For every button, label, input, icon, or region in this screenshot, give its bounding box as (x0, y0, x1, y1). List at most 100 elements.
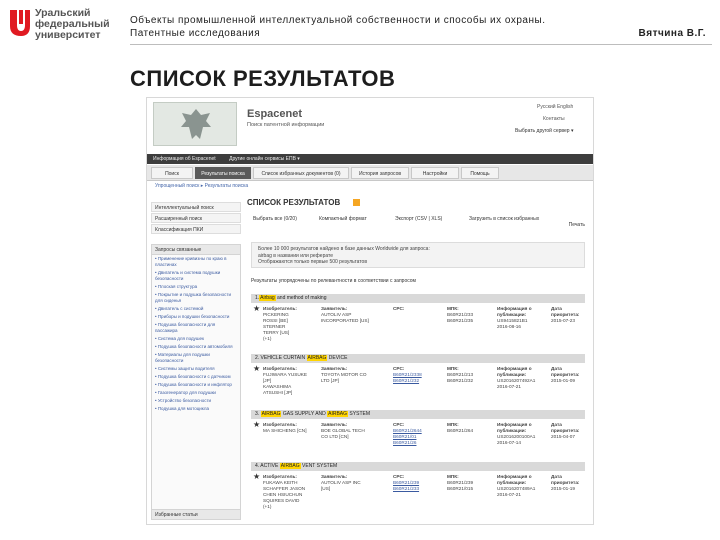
favorite-star-icon[interactable]: ★ (253, 365, 260, 373)
info-bar-item-services[interactable]: Другие онлайн сервисы ЕПВ ▾ (229, 156, 300, 162)
related-query-item[interactable]: • Двигатель и система подушки безопаснос… (152, 269, 240, 283)
inventors-column: Изобретатель: PICKERING ROSSI [BE] STERN… (263, 306, 315, 342)
priority-value: 2015-01-19 (551, 486, 575, 491)
info-bar-item-about[interactable]: Информация об Espacenet (153, 156, 216, 162)
result-title-2[interactable]: 2. VEHICLE CURTAIN AIRBAG DEVICE (251, 354, 585, 363)
priority-column: Дата приоритета: 2015-07-23 (551, 306, 585, 324)
inventors-column: Изобретатель: FUKAWA KEITH SCHAFFER JASO… (263, 474, 319, 510)
select-all-checkbox[interactable]: Выбрать все (0/20) (253, 216, 297, 222)
tab-results[interactable]: Результаты поиска (195, 167, 251, 179)
rss-icon[interactable] (353, 199, 360, 206)
breadcrumb[interactable]: Упрощенный поиск ▸ Результаты поиска (155, 183, 248, 189)
advanced-search-link[interactable]: Расширенный поиск (151, 213, 241, 223)
classification-search-link[interactable]: Классификация ПКИ (151, 224, 241, 234)
notice-line: Отображаются только первые 500 результат… (258, 259, 367, 265)
priority-value: 2015-04-07 (551, 434, 575, 439)
priority-column: Дата приоритета: 2015-04-07 (551, 422, 585, 440)
inventors-column: Изобретатель: FUJIWARA YUSUKE [JP] KAWAS… (263, 366, 315, 396)
tab-search[interactable]: Поиск (151, 167, 193, 179)
related-query-item[interactable]: • Материалы для подушки безопасности (152, 351, 240, 365)
related-query-item[interactable]: • Подушка для мотоцикла (152, 405, 240, 413)
related-query-item[interactable]: • Плоская структура (152, 283, 240, 291)
related-query-item[interactable]: • Системы защиты водителя (152, 365, 240, 373)
favorite-star-icon[interactable]: ★ (253, 421, 260, 429)
applicants-value: TOYOTA MOTOR CO LTD [JP] (321, 372, 367, 383)
column-label: МПК: (447, 306, 459, 311)
language-switch[interactable]: Русский English (537, 104, 573, 110)
applicants-value: BOE GLOBAL TECH CO LTD [CN] (321, 428, 365, 439)
related-query-item[interactable]: • Покрытие и подушка безопасности для си… (152, 291, 240, 305)
ipc-column: МПК: B60R21/213 B60R21/232 (447, 366, 491, 384)
column-label: Информация о публикации: (497, 366, 532, 377)
result-title-4[interactable]: 4. ACTIVE AIRBAG VENT SYSTEM (251, 462, 585, 471)
cpc-column: CPC: B60R21/239 B60R21/233 (393, 474, 441, 492)
tab-settings[interactable]: Настройки (411, 167, 459, 179)
column-label: Заявитель: (321, 306, 348, 311)
result-row-2: ★ Изобретатель: FUJIWARA YUSUKE [JP] KAW… (251, 364, 585, 408)
author-name: Вятчина В.Г. (638, 28, 706, 39)
related-query-item[interactable]: • Подушка безопасности для пассажира (152, 321, 240, 335)
ipc-column: МПК: B60R21/239 B60R21/015 (447, 474, 491, 492)
inventors-column: Изобретатель: MA SHICHENG [CN] (263, 422, 315, 434)
inventors-value: FUKAWA KEITH SCHAFFER JASON CHEN HSIUCHU… (263, 480, 306, 509)
espacenet-logo[interactable]: Espacenet (247, 108, 302, 120)
smart-search-link[interactable]: Интеллектуальный поиск (151, 202, 241, 212)
column-label: МПК: (447, 366, 459, 371)
export-button[interactable]: Экспорт (CSV | XLS) (395, 216, 442, 222)
tab-history[interactable]: История запросов (351, 167, 409, 179)
favorite-star-icon[interactable]: ★ (253, 305, 260, 313)
related-query-item[interactable]: • Приборы и подушки безопасности (152, 313, 240, 321)
column-label: Изобретатель: (263, 474, 297, 479)
related-query-item[interactable]: • Применение кривизны по краю в пластина… (152, 255, 240, 269)
column-label: Дата приоритета: (551, 422, 580, 433)
result-title-prefix: 4. ACTIVE (255, 463, 280, 469)
results-sort-info: Результаты упорядочены по релевантности … (251, 278, 416, 284)
related-query-item[interactable]: • Система для подушек (152, 335, 240, 343)
course-line-2: Патентные исследования (130, 28, 261, 39)
favorites-panel-title[interactable]: Избранные статьи (152, 509, 240, 519)
column-label: Дата приоритета: (551, 366, 580, 377)
result-title-1[interactable]: 1.Airbag and method of making (251, 294, 585, 303)
related-query-item[interactable]: • Подушка безопасности и инфлятор (152, 381, 240, 389)
related-query-item[interactable]: • Газогенератор для подушки (152, 389, 240, 397)
column-label: Изобретатель: (263, 422, 297, 427)
inventors-value: FUJIWARA YUSUKE [JP] KAWASHIMA ATSUSHI [… (263, 372, 308, 395)
related-query-item[interactable]: • Устройство безопасности (152, 397, 240, 405)
tab-favorites[interactable]: Список избранных документов (0) (253, 167, 349, 179)
espacenet-header: Espacenet Поиск патентной информации Рус… (147, 98, 593, 148)
contacts-link[interactable]: Контакты (543, 116, 565, 122)
university-name: Уральский федеральный университет (35, 8, 110, 41)
favorite-star-icon[interactable]: ★ (253, 473, 260, 481)
related-queries-title: Запросы связанные (152, 245, 240, 255)
compact-format-toggle[interactable]: Компактный формат (319, 216, 367, 222)
result-title-highlight: AIRBAG (327, 411, 349, 417)
related-query-item[interactable]: • Двигатель с системой (152, 305, 240, 313)
priority-value: 2015-01-09 (551, 378, 575, 383)
inventors-value: PICKERING ROSSI [BE] STERNER TERRY [US] … (263, 312, 290, 341)
applicants-column: Заявитель: AUTOLIV ASP INC [US] (321, 474, 387, 492)
column-label: Информация о публикации: (497, 422, 532, 433)
ipc-value: B60R21/239 B60R21/015 (447, 480, 474, 491)
result-title-3[interactable]: 3. AIRBAG GAS SUPPLY AND AIRBAG SYSTEM (251, 410, 585, 419)
result-title-suffix: DEVICE (327, 355, 348, 361)
results-toolbar: Выбрать все (0/20) Компактный формат Экс… (247, 216, 589, 226)
related-query-item[interactable]: • Подушка безопасности с датчиком (152, 373, 240, 381)
country-server-select[interactable]: Выбрать другой сервер ▾ (515, 128, 573, 134)
column-label: Информация о публикации: (497, 306, 532, 317)
cpc-value[interactable]: B60R21/2338 B60R21/232 (393, 372, 441, 384)
column-label: Дата приоритета: (551, 474, 580, 485)
cpc-value[interactable]: B60R21/239 B60R21/233 (393, 480, 441, 492)
applicants-column: Заявитель: TOYOTA MOTOR CO LTD [JP] (321, 366, 387, 384)
results-notice: Более 10 000 результатов найдено в базе … (251, 242, 585, 268)
tab-help[interactable]: Помощь (461, 167, 499, 179)
result-title-suffix: and method of making (275, 295, 327, 301)
column-label: CPC: (393, 366, 405, 371)
print-button[interactable]: Печать (569, 222, 585, 228)
add-to-favorites-button[interactable]: Загрузить в список избранных (469, 216, 539, 222)
related-queries-panel: Запросы связанные • Применение кривизны … (151, 244, 241, 520)
related-query-item[interactable]: • Подушка безопасности автомобиля (152, 343, 240, 351)
applicants-column: Заявитель: BOE GLOBAL TECH CO LTD [CN] (321, 422, 387, 440)
search-type-links: Интеллектуальный поиск Расширенный поиск… (151, 202, 241, 235)
cpc-value[interactable]: B60R21/2644 B60R21/01 B60R21/26 (393, 428, 441, 446)
ipc-value: B60R21/213 B60R21/232 (447, 372, 474, 383)
